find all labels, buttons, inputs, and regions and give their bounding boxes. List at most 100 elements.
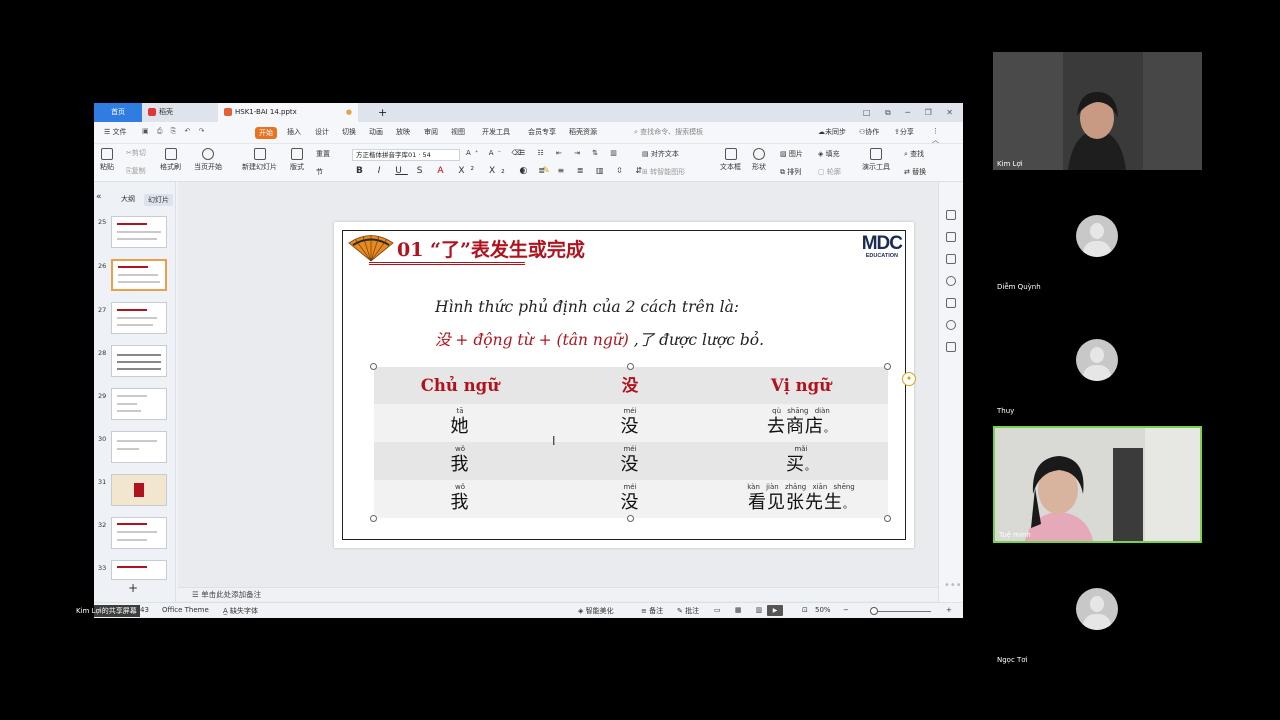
font-name-select[interactable]: 方正楷体拼音字库01 · 54 — [352, 149, 460, 161]
notes-bar[interactable]: ☰ 单击此处添加备注 — [178, 587, 938, 601]
slide-thumbnail-31[interactable] — [111, 474, 167, 506]
current-slide[interactable]: 01 “了”表发生或完成 MDC EDUCATION Hình thức phủ… — [334, 222, 916, 548]
settings-sliders-icon[interactable] — [946, 210, 956, 220]
shape-button[interactable]: 形状 — [752, 148, 766, 172]
add-slide-button[interactable]: + — [128, 581, 138, 595]
tab-slides[interactable]: 幻灯片 — [144, 194, 173, 206]
slide-text-line-1[interactable]: Hình thức phủ định của 2 cách trên là: — [435, 298, 739, 316]
picture-button[interactable]: ▨ 图片 — [780, 149, 803, 159]
resize-handle[interactable] — [370, 515, 377, 522]
arrange-button[interactable]: ⧉ 排列 — [780, 167, 801, 177]
slide-thumbnail-27[interactable] — [111, 302, 167, 334]
theme-name[interactable]: Office Theme — [162, 606, 209, 614]
slide-thumbnail-28[interactable] — [111, 345, 167, 377]
present-tools-button[interactable]: 演示工具 — [862, 148, 890, 172]
participant-tile[interactable]: Diễm Quỳnh — [993, 177, 1202, 295]
sync-status[interactable]: ☁未同步 — [818, 127, 846, 137]
play-from-current-button[interactable]: 当页开始 — [194, 148, 222, 172]
smart-beautify-button[interactable]: ◈ 智能美化 — [578, 606, 614, 616]
list-buttons[interactable]: ☰ ☷ ⇤ ⇥ ⇅ ▥ — [519, 149, 622, 157]
slide-thumbnail-25[interactable] — [111, 216, 167, 248]
image-icon[interactable] — [946, 298, 956, 308]
menu-transition[interactable]: 切换 — [342, 127, 356, 137]
menu-animation[interactable]: 动画 — [369, 127, 383, 137]
view-mode-icons[interactable]: ▭ ▦ ▥ — [714, 606, 768, 614]
quick-access-icons[interactable]: ▣ ⎙ ⎘ ↶ ↷ — [142, 127, 207, 136]
resize-handle[interactable] — [884, 363, 891, 370]
menu-file[interactable]: ☰ 文件 — [104, 127, 127, 137]
cut-button[interactable]: ✂剪切 — [126, 148, 146, 158]
reset-button[interactable]: 重置 — [316, 149, 330, 159]
comments-toggle[interactable]: ✎ 批注 — [677, 606, 699, 616]
menu-design[interactable]: 设计 — [315, 127, 329, 137]
help-icon[interactable] — [946, 276, 956, 286]
zoom-out-button[interactable]: − — [843, 606, 849, 614]
zoom-slider-knob[interactable] — [870, 607, 878, 615]
menu-start[interactable]: 开始 — [255, 127, 277, 139]
tab-daoke[interactable]: 稻壳 — [142, 103, 214, 122]
resize-handle[interactable] — [370, 363, 377, 370]
participant-tile-active-speaker[interactable]: Tuệ minh — [993, 426, 1202, 543]
slide-thumbnail-33[interactable] — [111, 560, 167, 580]
section-button[interactable]: 节 — [316, 167, 323, 177]
slide-thumbnail-29[interactable] — [111, 388, 167, 420]
resize-handle[interactable] — [884, 515, 891, 522]
missing-font-button[interactable]: A̲ 缺失字体 — [223, 606, 258, 616]
slide-thumbnail-30[interactable] — [111, 431, 167, 463]
tab-home[interactable]: 首页 — [94, 103, 142, 122]
share-button[interactable]: ⇪分享 — [894, 127, 914, 137]
smartart-button[interactable]: ⊞ 转智能图形 — [642, 167, 685, 177]
collapse-panel-icon[interactable]: « — [96, 192, 102, 202]
zoom-in-button[interactable]: + — [946, 606, 952, 614]
new-tab-button[interactable]: + — [372, 103, 387, 122]
menu-slideshow[interactable]: 放映 — [396, 127, 410, 137]
slide-editing-canvas[interactable]: 01 “了”表发生或完成 MDC EDUCATION Hình thức phủ… — [178, 182, 938, 602]
participant-tile[interactable]: Ngọc Tơi — [993, 550, 1202, 668]
command-search[interactable]: ⌕ 查找命令、搜索模板 — [634, 127, 703, 137]
paste-button[interactable]: 粘贴 — [100, 148, 114, 172]
menu-review[interactable]: 审阅 — [424, 127, 438, 137]
menu-insert[interactable]: 插入 — [287, 127, 301, 137]
window-controls[interactable]: □ ⧉ ─ ❐ ✕ — [863, 103, 959, 122]
fill-button[interactable]: ◈ 填充 — [818, 149, 840, 159]
pin-icon[interactable] — [946, 232, 956, 242]
layout-button[interactable]: 版式 — [290, 148, 304, 172]
copy-button[interactable]: ⎘复制 — [126, 166, 146, 176]
slide-thumbnail-32[interactable] — [111, 517, 167, 549]
tab-pptx-file[interactable]: HSK1-BAI 14.pptx ● — [218, 103, 358, 122]
menu-daoke-resources[interactable]: 稻壳资源 — [569, 127, 597, 137]
grammar-table[interactable]: Chủ ngữ 没 Vị ngữ tā 她 méi 没 qù shāng diàn 去… — [370, 363, 891, 522]
menu-developer[interactable]: 开发工具 — [482, 127, 510, 137]
slide-title[interactable]: 01 “了”表发生或完成 — [397, 235, 585, 262]
slide-text-line-2[interactable]: 没 + động từ + (tân ngữ) ,了 được lược bỏ. — [435, 328, 764, 350]
textbox-button[interactable]: 文本框 — [720, 148, 741, 172]
slide-thumbnail-26[interactable] — [111, 259, 167, 291]
outline-button[interactable]: ▢ 轮廓 — [818, 167, 841, 177]
play-slideshow-button[interactable]: ▶ — [767, 605, 783, 616]
more-icon[interactable]: ⋮ ︿ — [932, 127, 963, 145]
copy-icon[interactable] — [946, 254, 956, 264]
tab-outline[interactable]: 大纲 — [121, 194, 135, 204]
replace-button[interactable]: ⇄ 替换 — [904, 167, 926, 177]
participant-tile[interactable]: Kim Lợi — [993, 52, 1202, 170]
lightbulb-icon[interactable]: ✦ — [902, 372, 916, 386]
format-painter-button[interactable]: 格式刷 — [160, 148, 181, 172]
zoom-slider-track[interactable] — [876, 611, 931, 612]
participant-tile[interactable]: Thuy — [993, 301, 1202, 419]
find-button[interactable]: ⌕ 查找 — [904, 149, 924, 159]
align-text-button[interactable]: ▤ 对齐文本 — [642, 149, 679, 159]
location-icon[interactable] — [946, 320, 956, 330]
paragraph-align-buttons[interactable]: ≡ ≣ ≡ ≣ ▥ ⇳ ⇵ — [519, 166, 647, 175]
resize-handle[interactable] — [627, 515, 634, 522]
more-options-icon[interactable]: ••• — [944, 580, 962, 591]
collab-button[interactable]: ⚇协作 — [859, 127, 879, 137]
cube-icon[interactable] — [946, 342, 956, 352]
menu-view[interactable]: 视图 — [451, 127, 465, 137]
notes-toggle[interactable]: ≡ 备注 — [641, 606, 663, 616]
resize-handle[interactable] — [627, 363, 634, 370]
fit-icon[interactable]: ⊡ — [802, 606, 808, 614]
new-slide-button[interactable]: 新建幻灯片 — [242, 148, 277, 172]
menu-member[interactable]: 会员专享 — [528, 127, 556, 137]
font-size-grow-shrink[interactable]: A⁺ A⁻ ⌫ — [466, 149, 525, 157]
zoom-level[interactable]: 50% — [815, 606, 831, 614]
